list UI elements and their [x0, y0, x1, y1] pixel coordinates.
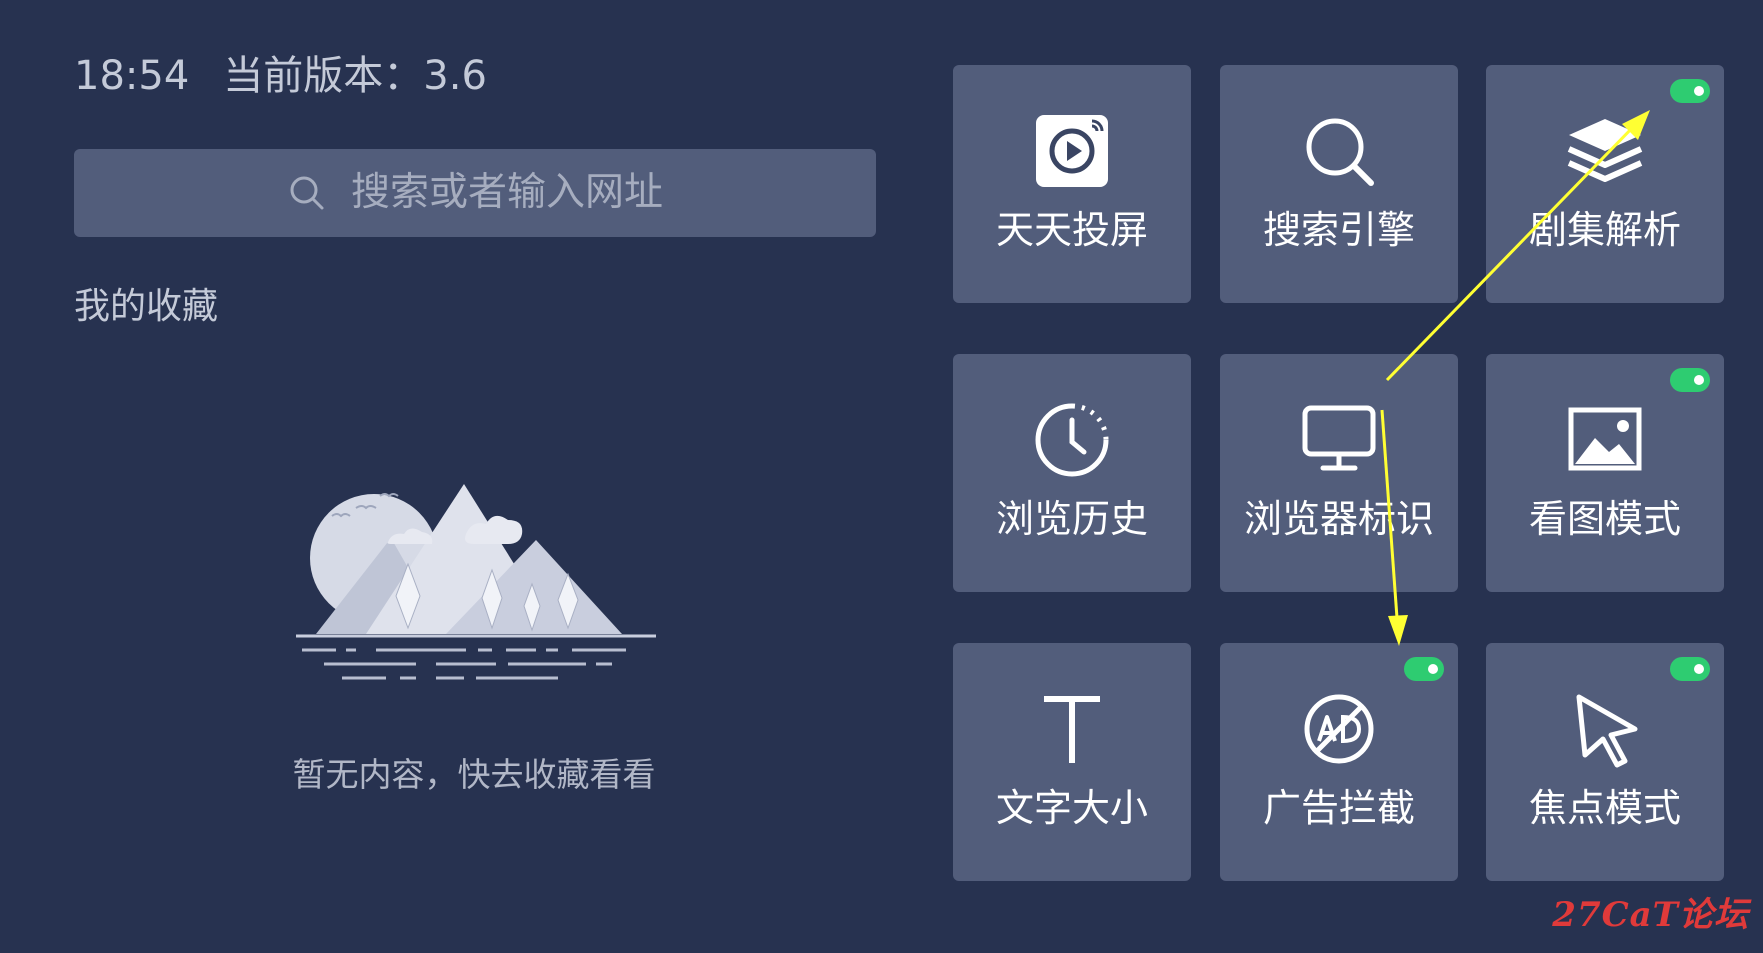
tile-label-ad-block: 广告拦截 — [1262, 786, 1415, 830]
empty-state-illustration — [296, 484, 656, 680]
status-bar: 18:54 当前版本：3.6 — [74, 48, 487, 104]
tile-label-image-mode: 看图模式 — [1528, 497, 1681, 541]
search-icon — [287, 173, 327, 213]
watermark: 27CaT论坛 — [1552, 895, 1749, 935]
monitor-icon — [1302, 405, 1376, 471]
tile-label-focus-mode: 焦点模式 — [1528, 786, 1681, 830]
search-placeholder: 搜索或者输入网址 — [350, 170, 663, 215]
feature-toggle[interactable] — [1404, 657, 1444, 681]
version-text: 当前版本：3.6 — [223, 53, 487, 99]
tile-focus-mode[interactable]: 焦点模式 — [1486, 643, 1724, 881]
time-text: 18:54 — [74, 53, 190, 99]
feature-toggle[interactable] — [1670, 368, 1710, 392]
tile-text-size[interactable]: 文字大小 — [953, 643, 1191, 881]
cast-play-icon — [1036, 115, 1108, 187]
layers-icon — [1567, 119, 1643, 182]
tile-label-history: 浏览历史 — [995, 497, 1148, 541]
tile-search-engine[interactable]: 搜索引擎 — [1220, 65, 1458, 303]
tile-label-cast: 天天投屏 — [995, 208, 1148, 252]
tile-label-text-size: 文字大小 — [995, 786, 1148, 830]
tile-label-search-engine: 搜索引擎 — [1262, 208, 1415, 252]
tile-ad-block[interactable]: 广告拦截 — [1220, 643, 1458, 881]
cursor-icon — [1576, 694, 1638, 768]
favorites-title: 我的收藏 — [74, 286, 219, 327]
tile-label-user-agent: 浏览器标识 — [1243, 497, 1434, 541]
tile-image-mode[interactable]: 看图模式 — [1486, 354, 1724, 592]
search-icon — [1306, 118, 1374, 186]
image-icon — [1568, 407, 1642, 471]
tile-cast[interactable]: 天天投屏 — [953, 65, 1191, 303]
ad-block-icon — [1304, 694, 1374, 764]
search-input[interactable]: 搜索或者输入网址 — [74, 149, 876, 237]
feature-toggle[interactable] — [1670, 657, 1710, 681]
history-clock-icon — [1035, 403, 1109, 477]
text-size-icon — [1044, 696, 1100, 763]
feature-toggle[interactable] — [1670, 79, 1710, 103]
tile-history[interactable]: 浏览历史 — [953, 354, 1191, 592]
empty-favorites-message: 暂无内容，快去收藏看看 — [292, 755, 656, 794]
tile-user-agent[interactable]: 浏览器标识 — [1220, 354, 1458, 592]
tile-episode-parse[interactable]: 剧集解析 — [1486, 65, 1724, 303]
tile-label-episode-parse: 剧集解析 — [1528, 208, 1681, 252]
